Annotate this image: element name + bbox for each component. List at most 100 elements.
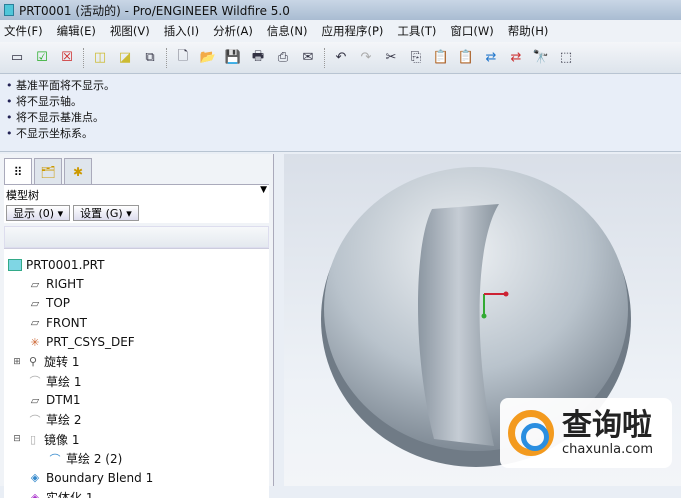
print-icon[interactable]: 🖶 [249,49,267,67]
tab-favorites[interactable]: ✱ [64,158,92,184]
window-icon[interactable]: ▭ [8,49,26,67]
undo-icon[interactable]: ↶ [332,49,350,67]
menu-applications[interactable]: 应用程序(P) [321,23,383,39]
redo-icon[interactable]: ↷ [357,49,375,67]
settings-button[interactable]: 设置 (G) ▾ [73,205,139,221]
tree-node-part[interactable]: PRT0001.PRT [4,255,269,274]
paste-icon[interactable]: 📋 [432,49,450,67]
menu-analysis[interactable]: 分析(A) [213,23,253,39]
separator [166,47,167,68]
save-icon[interactable]: 💾 [224,49,242,67]
tree-node-front[interactable]: ▱ FRONT [4,313,269,332]
tree-node-sketch2-copy[interactable]: ⌒ 草绘 2 (2) [4,449,269,468]
node-label: TOP [46,296,71,311]
mirror-icon: ▯ [29,432,37,446]
regenerate-icon[interactable]: ⇄ [482,49,500,67]
find-icon[interactable]: 🔭 [532,49,550,67]
expand-icon[interactable]: ⊞ [12,356,22,368]
tree-node-csys[interactable]: ✳ PRT_CSYS_DEF [4,333,269,352]
tab-folder-browser[interactable]: 🗂 [34,158,62,184]
separator [83,47,84,68]
box-select-icon[interactable]: ⬚ [557,49,575,67]
solidify-icon: ◈ [30,490,40,498]
node-label: RIGHT [46,277,84,292]
separator [324,47,325,68]
watermark-url: chaxunla.com [562,441,653,457]
attach-icon[interactable]: ⎙ [274,49,292,67]
tree-node-sketch2[interactable]: ⌒ 草绘 2 [4,410,269,429]
tree-column-header [4,226,269,248]
tree-node-dtm1[interactable]: ▱ DTM1 [4,391,269,410]
paste-special-icon[interactable]: 📋 [457,49,475,67]
node-label: Boundary Blend 1 [46,470,154,485]
tree-node-sketch1[interactable]: ⌒ 草绘 1 [4,371,269,390]
node-label: 草绘 2 (2) [66,452,123,467]
model-tree: PRT0001.PRT ▱ RIGHT ▱ TOP ▱ FRONT ✳ PRT_CSYS… [4,248,269,498]
tree-icon: ⠿ [13,164,23,179]
window-title: PRT0001 (活动的) - Pro/ENGINEER Wildfire 5.… [19,3,290,18]
watermark-logo-icon [508,410,554,456]
menu-view[interactable]: 视图(V) [110,23,150,39]
tab-model-tree[interactable]: ⠿ [4,158,32,184]
menu-help[interactable]: 帮助(H) [508,23,549,39]
datum-plane-icon: ▱ [30,277,40,291]
model-tree-header: 模型树 ▼ 显示 (0) ▾ 设置 (G) ▾ [4,184,269,223]
tree-node-mirror[interactable]: ⊟ ▯ 镜像 1 [4,430,269,449]
message-line: 基准平面将不显示。 [6,78,675,94]
datum-plane-icon: ▱ [30,393,40,407]
cut-icon[interactable]: ✂ [382,49,400,67]
node-label: 旋转 1 [44,355,80,370]
menu-file[interactable]: 文件(F) [4,23,43,39]
select-group-icon[interactable]: ⧉ [141,49,159,67]
app-icon [4,4,14,16]
datum-plane-icon: ▱ [30,316,40,330]
menu-tools[interactable]: 工具(T) [397,23,436,39]
toolbar: ▭ ☑ ☒ ◫ ◪ ⧉ 🗋 📂 💾 🖶 ⎙ ✉ ↶ ↷ ✂ ⎘ 📋 📋 ⇄ ⇄ … [0,42,681,74]
node-label: 实体化 1 [46,490,94,498]
menu-info[interactable]: 信息(N) [267,23,308,39]
regen-manager-icon[interactable]: ⇄ [507,49,525,67]
close-window-icon[interactable]: ☒ [58,49,76,67]
tree-node-right[interactable]: ▱ RIGHT [4,274,269,293]
favorites-folder-icon: ✱ [72,164,84,179]
folders-icon: 🗂 [40,164,56,179]
email-icon[interactable]: ✉ [299,49,317,67]
watermark: 查询啦 chaxunla.com [500,398,672,468]
message-area: 基准平面将不显示。 将不显示轴。 将不显示基准点。 不显示坐标系。 [0,75,681,152]
panel-menu-dropdown[interactable]: ▼ [260,185,267,195]
node-label: PRT0001.PRT [26,257,105,272]
sketch-icon: ⌒ [29,413,41,427]
part-icon [8,258,22,271]
sketch-icon: ⌒ [49,452,61,466]
node-label: 镜像 1 [44,432,80,447]
title-bar: PRT0001 (活动的) - Pro/ENGINEER Wildfire 5.… [0,0,681,20]
menu-window[interactable]: 窗口(W) [450,23,493,39]
node-label: 草绘 2 [46,413,82,428]
node-label: DTM1 [46,393,81,408]
sketch-icon: ⌒ [29,375,41,389]
message-line: 将不显示基准点。 [6,110,675,126]
show-button[interactable]: 显示 (0) ▾ [6,205,71,221]
menu-bar: 文件(F) 编辑(E) 视图(V) 插入(I) 分析(A) 信息(N) 应用程序… [0,20,681,42]
node-label: PRT_CSYS_DEF [46,335,135,350]
csys-icon: ✳ [30,335,40,349]
message-line: 不显示坐标系。 [6,126,675,142]
tree-node-solidify[interactable]: ◈ 实体化 1 [4,488,269,498]
menu-insert[interactable]: 插入(I) [164,23,199,39]
activate-window-icon[interactable]: ☑ [33,49,51,67]
new-file-icon[interactable]: 🗋 [174,49,192,67]
menu-edit[interactable]: 编辑(E) [57,23,96,39]
blend-icon: ◈ [30,471,40,485]
select-annotation-icon[interactable]: ◪ [116,49,134,67]
select-icon[interactable]: ◫ [91,49,109,67]
tree-node-revolve[interactable]: ⊞ ⚲ 旋转 1 [4,352,269,371]
node-label: FRONT [46,315,87,330]
navigator-panel: ⠿ 🗂 ✱ 模型树 ▼ 显示 (0) ▾ 设置 (G) ▾ PRT0001.PR… [0,154,274,498]
tree-node-top[interactable]: ▱ TOP [4,294,269,313]
datum-plane-icon: ▱ [30,296,40,310]
open-folder-icon[interactable]: 📂 [199,49,217,67]
copy-icon[interactable]: ⎘ [407,49,425,67]
tree-node-boundary-blend[interactable]: ◈ Boundary Blend 1 [4,468,269,487]
collapse-icon[interactable]: ⊟ [12,433,22,445]
message-line: 将不显示轴。 [6,94,675,110]
